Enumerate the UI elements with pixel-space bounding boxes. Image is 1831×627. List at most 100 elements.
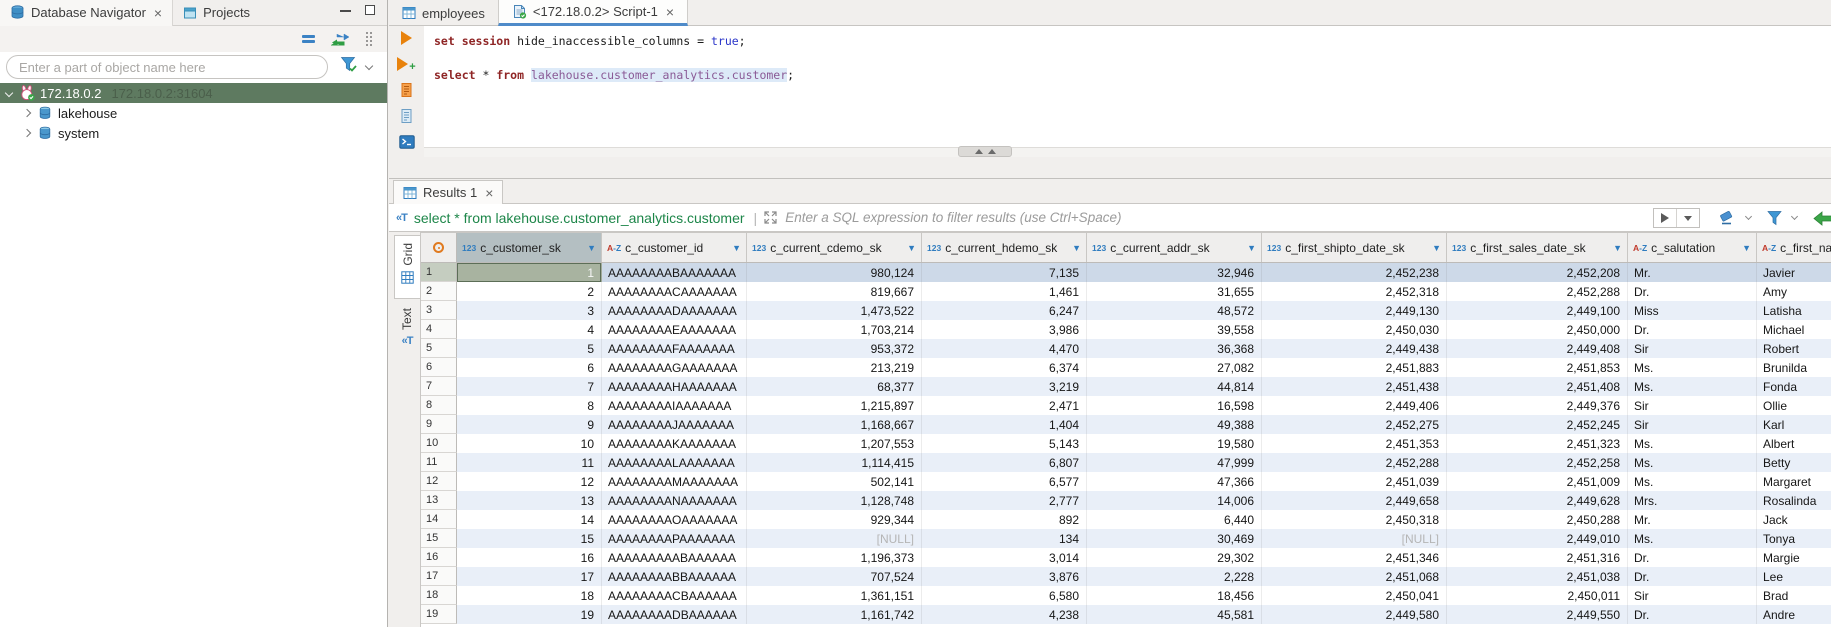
cell-c_current_hdemo_sk[interactable]: 5,143	[922, 434, 1087, 453]
cell-c_first_shipto_date_sk[interactable]: 2,452,288	[1262, 453, 1447, 472]
row-number[interactable]: 7	[421, 377, 457, 396]
cell-c_customer_id[interactable]: AAAAAAAADAAAAAAA	[602, 301, 747, 320]
filter-query-text[interactable]: select * from lakehouse.customer_analyti…	[414, 210, 745, 226]
cell-c_first_sales_date_sk[interactable]: 2,452,208	[1447, 263, 1628, 282]
column-header-c_customer_id[interactable]: A-Zc_customer_id▼	[602, 233, 747, 262]
cell-c_customer_id[interactable]: AAAAAAAAJAAAAAAA	[602, 415, 747, 434]
cell-c_current_addr_sk[interactable]: 44,814	[1087, 377, 1262, 396]
column-filter-dropdown-icon[interactable]: ▼	[1072, 243, 1081, 253]
cell-c_customer_id[interactable]: AAAAAAAAPAAAAAAA	[602, 529, 747, 548]
cell-c_first_shipto_date_sk[interactable]: 2,449,658	[1262, 491, 1447, 510]
chevron-right-icon[interactable]	[23, 129, 31, 137]
cell-c_first_na[interactable]: Lee	[1757, 567, 1831, 586]
column-header-c_salutation[interactable]: A-Zc_salutation▼	[1628, 233, 1757, 262]
filters-menu-dropdown[interactable]	[1791, 213, 1798, 220]
tree-item-lakehouse[interactable]: lakehouse	[0, 103, 387, 123]
cell-c_customer_id[interactable]: AAAAAAAADBAAAAAA	[602, 605, 747, 624]
cell-c_salutation[interactable]: Ms.	[1628, 377, 1757, 396]
cell-c_first_shipto_date_sk[interactable]: 2,449,580	[1262, 605, 1447, 624]
cell-c_salutation[interactable]: Sir	[1628, 396, 1757, 415]
row-number[interactable]: 3	[421, 301, 457, 320]
erase-filter-dropdown[interactable]	[1745, 213, 1752, 220]
cell-c_customer_id[interactable]: AAAAAAAANAAAAAAA	[602, 491, 747, 510]
cell-c_customer_id[interactable]: AAAAAAAAIAAAAAAA	[602, 396, 747, 415]
tab-results-1[interactable]: Results 1 ×	[393, 180, 503, 204]
cell-c_current_addr_sk[interactable]: 48,572	[1087, 301, 1262, 320]
cell-c_first_sales_date_sk[interactable]: 2,449,100	[1447, 301, 1628, 320]
cell-c_first_shipto_date_sk[interactable]: 2,451,883	[1262, 358, 1447, 377]
row-number[interactable]: 9	[421, 415, 457, 434]
row-number[interactable]: 1	[421, 263, 457, 282]
column-header-c_customer_sk[interactable]: 123c_customer_sk▼	[457, 233, 602, 262]
cell-c_current_hdemo_sk[interactable]: 2,471	[922, 396, 1087, 415]
close-icon[interactable]: ×	[154, 6, 162, 20]
cell-c_current_cdemo_sk[interactable]: 1,215,897	[747, 396, 922, 415]
column-filter-dropdown-icon[interactable]: ▼	[1432, 243, 1441, 253]
close-icon[interactable]: ×	[666, 5, 674, 19]
cell-c_current_hdemo_sk[interactable]: 6,577	[922, 472, 1087, 491]
minimize-icon[interactable]	[340, 5, 351, 15]
cell-c_current_hdemo_sk[interactable]: 6,247	[922, 301, 1087, 320]
cell-c_customer_sk[interactable]: 3	[457, 301, 602, 320]
filter-input-placeholder[interactable]: Enter a SQL expression to filter results…	[785, 210, 1121, 225]
cell-c_current_addr_sk[interactable]: 47,366	[1087, 472, 1262, 491]
cell-c_salutation[interactable]: Ms.	[1628, 434, 1757, 453]
cell-c_current_addr_sk[interactable]: 30,469	[1087, 529, 1262, 548]
cell-c_first_sales_date_sk[interactable]: 2,451,323	[1447, 434, 1628, 453]
row-number-header[interactable]	[421, 233, 457, 262]
cell-c_customer_sk[interactable]: 1	[457, 263, 602, 282]
row-number[interactable]: 16	[421, 548, 457, 567]
cell-c_first_shipto_date_sk[interactable]: 2,450,030	[1262, 320, 1447, 339]
cell-c_first_na[interactable]: Latisha	[1757, 301, 1831, 320]
cell-c_customer_id[interactable]: AAAAAAAAHAAAAAAA	[602, 377, 747, 396]
cell-c_customer_id[interactable]: AAAAAAAAEAAAAAAA	[602, 320, 747, 339]
cell-c_salutation[interactable]: Ms.	[1628, 453, 1757, 472]
execute-script-icon[interactable]	[389, 78, 424, 102]
cell-c_current_cdemo_sk[interactable]: 213,219	[747, 358, 922, 377]
cell-c_first_shipto_date_sk[interactable]: 2,452,275	[1262, 415, 1447, 434]
column-filter-dropdown-icon[interactable]: ▼	[1613, 243, 1622, 253]
cell-c_customer_sk[interactable]: 2	[457, 282, 602, 301]
cell-c_customer_sk[interactable]: 5	[457, 339, 602, 358]
apply-filter-button[interactable]	[1661, 213, 1669, 223]
cell-c_first_na[interactable]: Michael	[1757, 320, 1831, 339]
open-console-icon[interactable]	[389, 130, 424, 154]
row-number[interactable]: 12	[421, 472, 457, 491]
cell-c_current_cdemo_sk[interactable]: [NULL]	[747, 529, 922, 548]
cell-c_current_cdemo_sk[interactable]: 1,128,748	[747, 491, 922, 510]
cell-c_current_addr_sk[interactable]: 29,302	[1087, 548, 1262, 567]
cell-c_customer_sk[interactable]: 16	[457, 548, 602, 567]
cell-c_customer_sk[interactable]: 11	[457, 453, 602, 472]
cell-c_first_sales_date_sk[interactable]: 2,449,550	[1447, 605, 1628, 624]
cell-c_salutation[interactable]: Dr.	[1628, 282, 1757, 301]
cell-c_first_na[interactable]: Margie	[1757, 548, 1831, 567]
cell-c_salutation[interactable]: Sir	[1628, 415, 1757, 434]
cell-c_first_shipto_date_sk[interactable]: 2,449,438	[1262, 339, 1447, 358]
cell-c_customer_id[interactable]: AAAAAAAABAAAAAAA	[602, 263, 747, 282]
cell-c_current_hdemo_sk[interactable]: 6,374	[922, 358, 1087, 377]
cell-c_current_cdemo_sk[interactable]: 1,703,214	[747, 320, 922, 339]
cell-c_first_sales_date_sk[interactable]: 2,449,408	[1447, 339, 1628, 358]
cell-c_customer_sk[interactable]: 10	[457, 434, 602, 453]
row-number[interactable]: 18	[421, 586, 457, 605]
cell-c_first_sales_date_sk[interactable]: 2,452,258	[1447, 453, 1628, 472]
cell-c_first_na[interactable]: Andre	[1757, 605, 1831, 624]
cell-c_current_hdemo_sk[interactable]: 1,404	[922, 415, 1087, 434]
filters-menu-icon[interactable]	[1766, 210, 1783, 226]
cell-c_salutation[interactable]: Sir	[1628, 339, 1757, 358]
cell-c_current_hdemo_sk[interactable]: 4,470	[922, 339, 1087, 358]
cell-c_salutation[interactable]: Sir	[1628, 586, 1757, 605]
cell-c_customer_sk[interactable]: 8	[457, 396, 602, 415]
cell-c_first_sales_date_sk[interactable]: 2,450,288	[1447, 510, 1628, 529]
cell-c_current_cdemo_sk[interactable]: 980,124	[747, 263, 922, 282]
cell-c_customer_sk[interactable]: 4	[457, 320, 602, 339]
panel-sash[interactable]	[389, 157, 1831, 179]
cell-c_first_sales_date_sk[interactable]: 2,451,038	[1447, 567, 1628, 586]
column-header-c_first_na[interactable]: A-Zc_first_na▼	[1757, 233, 1831, 262]
cell-c_salutation[interactable]: Ms.	[1628, 529, 1757, 548]
cell-c_first_na[interactable]: Jack	[1757, 510, 1831, 529]
cell-c_customer_id[interactable]: AAAAAAAABBAAAAAA	[602, 567, 747, 586]
cell-c_first_na[interactable]: Fonda	[1757, 377, 1831, 396]
close-icon[interactable]: ×	[485, 186, 493, 200]
cell-c_current_cdemo_sk[interactable]: 953,372	[747, 339, 922, 358]
